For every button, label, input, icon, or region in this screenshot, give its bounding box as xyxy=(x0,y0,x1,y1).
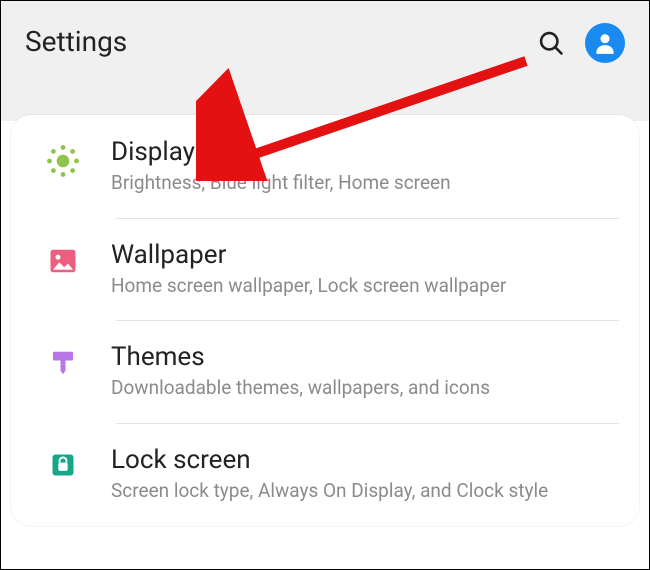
account-avatar-button[interactable] xyxy=(585,23,625,63)
settings-item-title: Themes xyxy=(111,342,615,372)
settings-item-title: Lock screen xyxy=(111,445,615,475)
sun-icon xyxy=(35,143,91,179)
page-title: Settings xyxy=(25,25,127,58)
settings-item-text: Wallpaper Home screen wallpaper, Lock sc… xyxy=(111,240,615,299)
settings-item-display[interactable]: Display Brightness, Blue light filter, H… xyxy=(11,115,639,218)
settings-item-desc: Downloadable themes, wallpapers, and ico… xyxy=(111,376,615,401)
search-icon xyxy=(537,29,565,57)
person-icon xyxy=(592,30,618,56)
settings-item-desc: Screen lock type, Always On Display, and… xyxy=(111,479,615,504)
brush-icon xyxy=(35,348,91,378)
settings-item-text: Themes Downloadable themes, wallpapers, … xyxy=(111,342,615,401)
settings-item-title: Display xyxy=(111,137,615,167)
settings-item-desc: Brightness, Blue light filter, Home scre… xyxy=(111,171,615,196)
settings-item-desc: Home screen wallpaper, Lock screen wallp… xyxy=(111,274,615,299)
picture-icon xyxy=(35,246,91,276)
settings-list: Display Brightness, Blue light filter, H… xyxy=(11,115,639,526)
settings-item-text: Lock screen Screen lock type, Always On … xyxy=(111,445,615,504)
header: Settings xyxy=(1,1,649,121)
settings-item-wallpaper[interactable]: Wallpaper Home screen wallpaper, Lock sc… xyxy=(11,218,639,321)
search-button[interactable] xyxy=(535,27,567,59)
settings-item-themes[interactable]: Themes Downloadable themes, wallpapers, … xyxy=(11,320,639,423)
header-actions xyxy=(535,23,625,63)
lock-icon xyxy=(35,451,91,479)
settings-item-lock-screen[interactable]: Lock screen Screen lock type, Always On … xyxy=(11,423,639,526)
settings-item-title: Wallpaper xyxy=(111,240,615,270)
settings-item-text: Display Brightness, Blue light filter, H… xyxy=(111,137,615,196)
